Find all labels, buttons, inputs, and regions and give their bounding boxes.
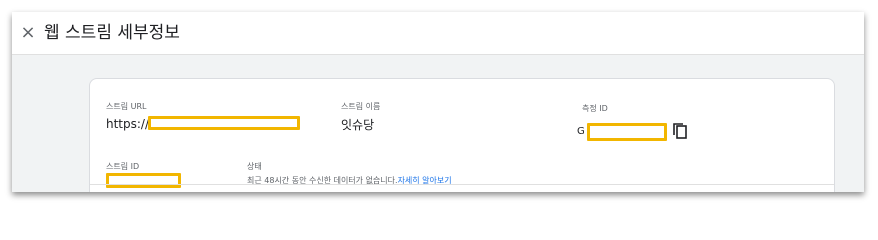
stream-details-card: 스트림 URL https:// 스트림 이름 잇슈당 측정 ID G 스트림 … xyxy=(89,78,835,192)
measurement-id-label: 측정 ID xyxy=(582,104,608,113)
web-stream-details-panel: × 웹 스트림 세부정보 스트림 URL https:// 스트림 이름 잇슈당… xyxy=(12,12,864,192)
divider xyxy=(90,184,834,185)
page-title: 웹 스트림 세부정보 xyxy=(44,23,180,43)
redacted-stream-id xyxy=(106,173,181,188)
stream-name-label: 스트림 이름 xyxy=(341,102,381,111)
close-icon[interactable]: × xyxy=(18,23,38,43)
stream-id-label: 스트림 ID xyxy=(106,162,140,171)
copy-icon[interactable] xyxy=(673,123,687,139)
panel-header: × 웹 스트림 세부정보 xyxy=(12,12,864,55)
redacted-url xyxy=(148,116,300,130)
stream-url-label: 스트림 URL xyxy=(106,102,147,111)
redacted-measurement-id xyxy=(587,123,667,141)
status-label: 상태 xyxy=(247,162,262,171)
measurement-id-prefix: G xyxy=(577,126,585,137)
stream-url-value: https:// xyxy=(106,117,150,131)
stream-name-value: 잇슈당 xyxy=(341,118,375,132)
